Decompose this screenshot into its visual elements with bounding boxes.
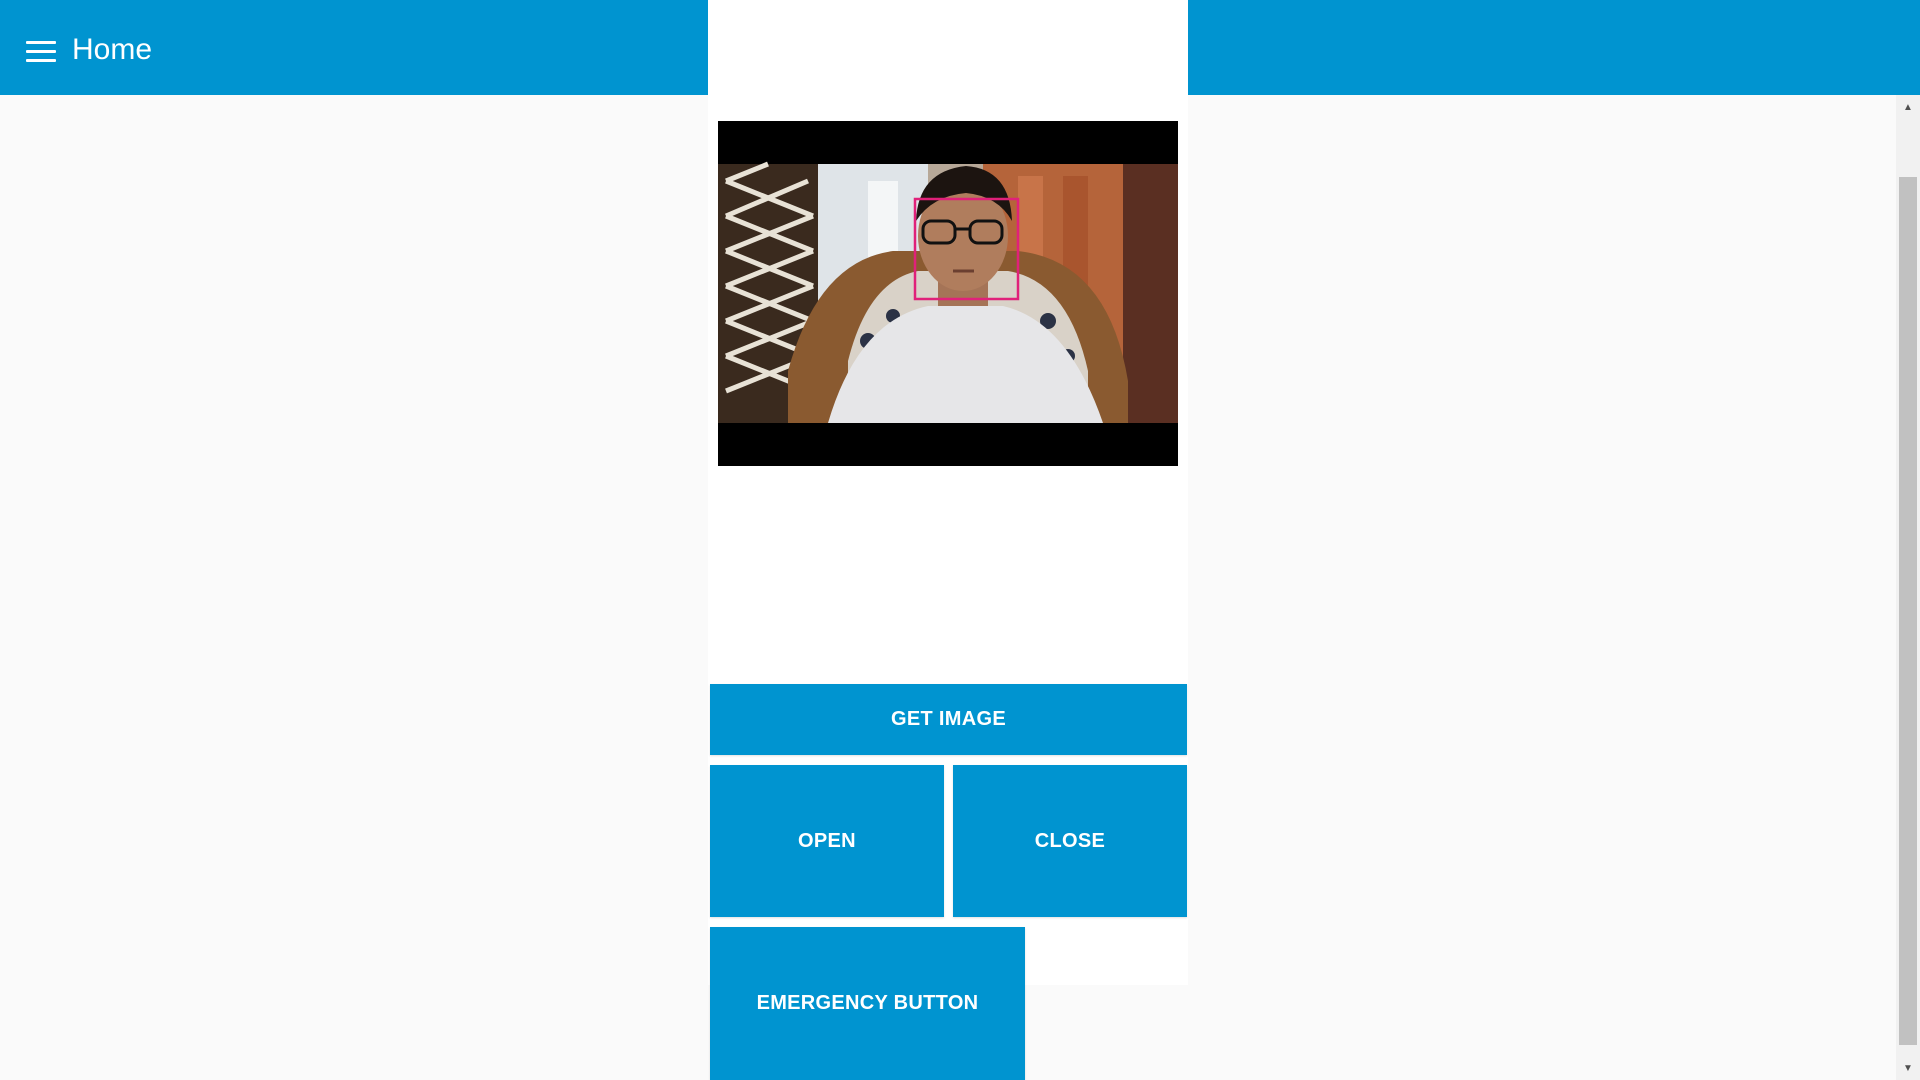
page-title: Home bbox=[72, 33, 153, 66]
app-window: Home GET IMAGE OPEN CLOSE EMERGENCY BUTT… bbox=[0, 0, 1920, 1080]
camera-feed-image bbox=[718, 121, 1178, 466]
scroll-up-arrow-icon[interactable]: ▲ bbox=[1896, 97, 1920, 117]
scroll-down-arrow-icon[interactable]: ▼ bbox=[1896, 1058, 1920, 1078]
camera-frame-graphic bbox=[718, 121, 1178, 466]
close-button[interactable]: CLOSE bbox=[953, 765, 1187, 917]
hamburger-menu-icon[interactable] bbox=[26, 41, 56, 63]
open-button[interactable]: OPEN bbox=[710, 765, 944, 917]
get-image-button[interactable]: GET IMAGE bbox=[710, 684, 1187, 755]
scrollbar-thumb[interactable] bbox=[1899, 177, 1917, 1045]
vertical-scrollbar[interactable]: ▲ ▼ bbox=[1896, 95, 1920, 1080]
emergency-button[interactable]: EMERGENCY BUTTON bbox=[710, 927, 1025, 1080]
